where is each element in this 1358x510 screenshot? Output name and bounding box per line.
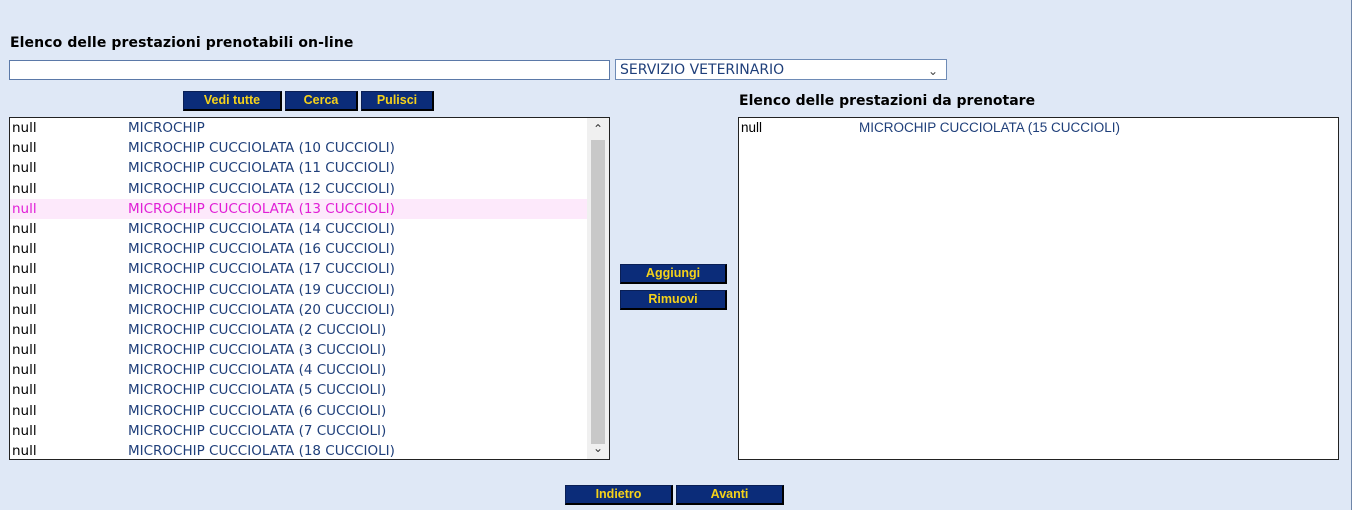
chevron-down-icon: ⌄ bbox=[927, 64, 938, 78]
available-service-item-label: MICROCHIP CUCCIOLATA (18 CUCCIOLI) bbox=[128, 443, 395, 459]
available-service-item-label: MICROCHIP CUCCIOLATA (2 CUCCIOLI) bbox=[128, 321, 387, 338]
available-service-item[interactable]: null MICROCHIP CUCCIOLATA (19 CUCCIOLI) bbox=[10, 280, 587, 300]
available-service-item-code: null bbox=[12, 402, 37, 419]
available-service-item-label: MICROCHIP CUCCIOLATA (4 CUCCIOLI) bbox=[128, 362, 387, 379]
selected-list-title: Elenco delle prestazioni da prenotare bbox=[739, 93, 1036, 109]
available-service-item[interactable]: null MICROCHIP CUCCIOLATA (12 CUCCIOLI) bbox=[10, 179, 587, 199]
available-service-item[interactable]: null MICROCHIP CUCCIOLATA (14 CUCCIOLI) bbox=[10, 219, 587, 239]
available-service-item-label: MICROCHIP CUCCIOLATA (3 CUCCIOLI) bbox=[128, 342, 387, 359]
available-service-item-label: MICROCHIP CUCCIOLATA (7 CUCCIOLI) bbox=[128, 422, 387, 439]
available-service-item-code: null bbox=[12, 342, 37, 359]
available-service-item-label: MICROCHIP CUCCIOLATA (12 CUCCIOLI) bbox=[128, 180, 395, 197]
available-service-item[interactable]: null MICROCHIP CUCCIOLATA (13 CUCCIOLI) bbox=[10, 198, 587, 219]
available-service-item[interactable]: null MICROCHIP CUCCIOLATA (20 CUCCIOLI) bbox=[10, 300, 587, 320]
available-service-item[interactable]: null MICROCHIP CUCCIOLATA (4 CUCCIOLI) bbox=[10, 360, 587, 380]
available-service-item-code: null bbox=[12, 241, 37, 258]
page-title: Elenco delle prestazioni prenotabili on-… bbox=[10, 35, 354, 51]
available-services-list[interactable]: null MICROCHIP null MICROCHIP CUCCIOLATA (1… bbox=[9, 117, 610, 460]
indietro-button[interactable]: Indietro bbox=[565, 485, 673, 505]
available-service-item[interactable]: null MICROCHIP CUCCIOLATA (6 CUCCIOLI) bbox=[10, 401, 587, 421]
available-service-item-label: MICROCHIP bbox=[128, 120, 205, 136]
available-service-item-code: null bbox=[12, 261, 37, 278]
scroll-down-icon[interactable]: ⌄ bbox=[587, 437, 609, 459]
available-service-item-label: MICROCHIP CUCCIOLATA (19 CUCCIOLI) bbox=[128, 281, 395, 298]
available-service-item[interactable]: null MICROCHIP CUCCIOLATA (17 CUCCIOLI) bbox=[10, 259, 587, 279]
available-service-item-code: null bbox=[12, 422, 37, 439]
available-service-item-label: MICROCHIP CUCCIOLATA (20 CUCCIOLI) bbox=[128, 301, 395, 318]
available-service-item-label: MICROCHIP CUCCIOLATA (5 CUCCIOLI) bbox=[128, 382, 387, 399]
available-service-item[interactable]: null MICROCHIP bbox=[10, 118, 587, 138]
available-service-item[interactable]: null MICROCHIP CUCCIOLATA (5 CUCCIOLI) bbox=[10, 380, 587, 400]
available-service-item-code: null bbox=[12, 120, 37, 136]
selected-services-list[interactable]: null MICROCHIP CUCCIOLATA (15 CUCCIOLI) bbox=[738, 117, 1339, 460]
available-service-item[interactable]: null MICROCHIP CUCCIOLATA (2 CUCCIOLI) bbox=[10, 320, 587, 340]
search-input[interactable] bbox=[9, 60, 610, 80]
available-service-item-label: MICROCHIP CUCCIOLATA (11 CUCCIOLI) bbox=[128, 160, 395, 177]
booking-panel: Elenco delle prestazioni prenotabili on-… bbox=[0, 0, 1352, 510]
pulisci-button[interactable]: Pulisci bbox=[361, 91, 434, 111]
category-select[interactable]: SERVIZIO VETERINARIO ⌄ bbox=[615, 59, 947, 80]
selected-service-item[interactable]: null MICROCHIP CUCCIOLATA (15 CUCCIOLI) bbox=[739, 118, 1338, 138]
available-service-item[interactable]: null MICROCHIP CUCCIOLATA (18 CUCCIOLI) bbox=[10, 441, 587, 459]
available-service-item-label: MICROCHIP CUCCIOLATA (14 CUCCIOLI) bbox=[128, 220, 395, 237]
scrollbar-thumb[interactable] bbox=[591, 140, 605, 444]
available-service-item-label: MICROCHIP CUCCIOLATA (16 CUCCIOLI) bbox=[128, 241, 395, 258]
selected-service-item-label: MICROCHIP CUCCIOLATA (15 CUCCIOLI) bbox=[859, 120, 1121, 135]
vedi-tutte-button[interactable]: Vedi tutte bbox=[183, 91, 282, 111]
available-service-item-code: null bbox=[12, 321, 37, 338]
available-service-item-label: MICROCHIP CUCCIOLATA (6 CUCCIOLI) bbox=[128, 402, 387, 419]
available-service-item-label: MICROCHIP CUCCIOLATA (10 CUCCIOLI) bbox=[128, 140, 395, 157]
available-service-item-code: null bbox=[12, 160, 37, 177]
aggiungi-button[interactable]: Aggiungi bbox=[620, 264, 727, 284]
avanti-button[interactable]: Avanti bbox=[676, 485, 784, 505]
available-service-item-label: MICROCHIP CUCCIOLATA (13 CUCCIOLI) bbox=[128, 200, 395, 217]
available-service-item-code: null bbox=[12, 443, 37, 459]
available-service-item-code: null bbox=[12, 220, 37, 237]
selected-service-item-code: null bbox=[741, 120, 763, 135]
scroll-up-icon[interactable]: ⌃ bbox=[587, 118, 609, 140]
available-service-item[interactable]: null MICROCHIP CUCCIOLATA (7 CUCCIOLI) bbox=[10, 421, 587, 441]
category-select-value: SERVIZIO VETERINARIO bbox=[620, 62, 785, 78]
available-service-item[interactable]: null MICROCHIP CUCCIOLATA (10 CUCCIOLI) bbox=[10, 138, 587, 158]
available-service-item-code: null bbox=[12, 362, 37, 379]
available-services-rows: null MICROCHIP null MICROCHIP CUCCIOLATA (1… bbox=[10, 118, 587, 459]
cerca-button[interactable]: Cerca bbox=[285, 91, 358, 111]
available-service-item-code: null bbox=[12, 301, 37, 318]
rimuovi-button[interactable]: Rimuovi bbox=[620, 290, 727, 310]
available-service-item-code: null bbox=[12, 140, 37, 157]
selected-services-rows: null MICROCHIP CUCCIOLATA (15 CUCCIOLI) bbox=[739, 118, 1338, 138]
available-service-item[interactable]: null MICROCHIP CUCCIOLATA (16 CUCCIOLI) bbox=[10, 239, 587, 259]
available-service-item-code: null bbox=[12, 200, 37, 217]
scrollbar[interactable]: ⌃ ⌄ bbox=[587, 118, 609, 459]
available-service-item-label: MICROCHIP CUCCIOLATA (17 CUCCIOLI) bbox=[128, 261, 395, 278]
available-service-item-code: null bbox=[12, 281, 37, 298]
available-service-item-code: null bbox=[12, 180, 37, 197]
available-service-item[interactable]: null MICROCHIP CUCCIOLATA (11 CUCCIOLI) bbox=[10, 158, 587, 178]
available-service-item-code: null bbox=[12, 382, 37, 399]
available-service-item[interactable]: null MICROCHIP CUCCIOLATA (3 CUCCIOLI) bbox=[10, 340, 587, 360]
